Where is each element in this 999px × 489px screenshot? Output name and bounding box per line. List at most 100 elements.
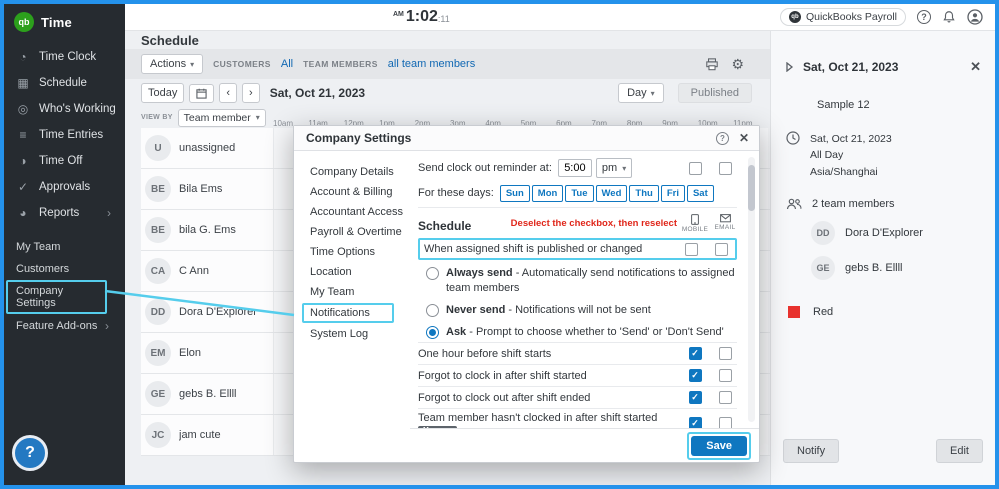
- current-date-label: Sat, Oct 21, 2023: [269, 86, 366, 100]
- day-toggle-button[interactable]: Tue: [565, 184, 594, 202]
- modal-nav-item[interactable]: Notifications: [302, 303, 394, 323]
- calendar-picker-icon[interactable]: [189, 83, 215, 103]
- mobile-checkbox[interactable]: [684, 242, 698, 256]
- modal-body: Company Details Account & Billing Accoun…: [294, 151, 759, 462]
- reminder-checkboxes: [683, 161, 737, 175]
- view-by-dropdown[interactable]: Team member ▾: [177, 108, 266, 127]
- email-checkbox[interactable]: [718, 347, 732, 361]
- send-option-radio-row: Ask - Prompt to choose whether to 'Send'…: [418, 321, 737, 343]
- close-panel-icon[interactable]: ✕: [970, 59, 981, 75]
- today-button[interactable]: Today: [141, 83, 185, 103]
- mobile-caption: MOBILE: [681, 226, 709, 233]
- sidebar-item[interactable]: ◎ Who's Working: [4, 96, 125, 122]
- next-day-button[interactable]: ›: [242, 83, 260, 103]
- brand: qb Time: [4, 4, 125, 44]
- panel-header: Sat, Oct 21, 2023 ✕: [771, 31, 995, 75]
- sidebar-item[interactable]: ◕ Reports ›: [4, 200, 125, 226]
- modal-nav-item[interactable]: Account & Billing: [306, 183, 410, 201]
- time-clock-icon: ◔: [19, 50, 27, 64]
- panel-member-name: gebs B. Ellll: [845, 261, 903, 274]
- radio-label: Never send - Notifications will not be s…: [446, 303, 651, 316]
- modal-nav-item[interactable]: Location: [306, 263, 410, 281]
- member-name-cell[interactable]: EM Elon: [141, 333, 273, 374]
- help-icon[interactable]: ?: [917, 10, 931, 24]
- member-name-cell[interactable]: CA C Ann: [141, 251, 273, 292]
- radio-button[interactable]: [426, 303, 439, 317]
- sidebar-link[interactable]: My Team: [4, 236, 125, 258]
- mobile-checkbox[interactable]: [688, 369, 702, 383]
- email-checkbox[interactable]: [718, 369, 732, 383]
- reminder-label: Send clock out reminder at:: [418, 162, 552, 174]
- member-name-cell[interactable]: GE gebs B. Ellll: [141, 374, 273, 415]
- expand-panel-icon[interactable]: [785, 62, 794, 72]
- modal-header: Company Settings ? ✕: [294, 126, 759, 151]
- member-name-cell[interactable]: BE bila G. Ems: [141, 210, 273, 251]
- notifications-bell-icon[interactable]: [942, 10, 956, 24]
- customers-label: CUSTOMERS: [213, 59, 271, 69]
- day-toggle-button[interactable]: Sat: [686, 184, 714, 202]
- scrollbar-thumb[interactable]: [748, 165, 755, 211]
- print-icon[interactable]: [705, 57, 719, 71]
- email-checkbox[interactable]: [718, 161, 732, 175]
- save-button[interactable]: Save: [691, 435, 747, 456]
- day-toggle-button[interactable]: Mon: [531, 184, 564, 202]
- email-checkbox[interactable]: [714, 242, 728, 256]
- edit-button[interactable]: Edit: [936, 439, 983, 463]
- mobile-checkbox[interactable]: [688, 391, 702, 405]
- modal-nav-item[interactable]: My Team: [306, 283, 410, 301]
- view-mode-dropdown[interactable]: Day ▾: [618, 83, 664, 103]
- radio-button[interactable]: [426, 267, 439, 280]
- modal-help-icon[interactable]: ?: [715, 131, 729, 145]
- prev-day-button[interactable]: ‹: [219, 83, 238, 103]
- help-bubble-button[interactable]: ?: [12, 435, 48, 471]
- day-toggle-button[interactable]: Fri: [660, 184, 685, 202]
- mobile-column-header: MOBILE: [681, 214, 709, 233]
- modal-nav-item[interactable]: Payroll & Overtime: [306, 223, 410, 241]
- sidebar-link[interactable]: Company Settings: [6, 280, 107, 314]
- actions-dropdown[interactable]: Actions ▾: [141, 54, 204, 74]
- day-toggle-button[interactable]: Wed: [595, 184, 628, 202]
- reminder-ampm-dropdown[interactable]: pm ▾: [595, 158, 633, 178]
- avatar: BE: [145, 217, 171, 243]
- team-members-filter-link[interactable]: all team members: [388, 58, 475, 70]
- modal-nav-item[interactable]: Accountant Access: [306, 203, 410, 221]
- sidebar-link[interactable]: Customers: [4, 258, 125, 280]
- day-toggle-button[interactable]: Sun: [499, 184, 530, 202]
- sidebar-item[interactable]: ▦ Schedule: [4, 70, 125, 96]
- reminder-time-input[interactable]: [557, 159, 592, 177]
- published-button[interactable]: Published: [677, 83, 752, 103]
- day-toggle-button[interactable]: Thu: [629, 184, 659, 202]
- row-checkboxes: [683, 347, 737, 361]
- modal-nav-item[interactable]: Company Details: [306, 163, 410, 181]
- member-name-cell[interactable]: DD Dora D'Explorer: [141, 292, 273, 333]
- member-name: jam cute: [179, 429, 221, 441]
- notify-button[interactable]: Notify: [783, 439, 840, 463]
- modal-nav-item[interactable]: Time Options: [306, 243, 410, 261]
- radio-button[interactable]: [426, 325, 439, 339]
- modal-close-icon[interactable]: ✕: [739, 131, 749, 145]
- sidebar-link-label: Customers: [16, 263, 70, 275]
- member-name-cell[interactable]: JC jam cute: [141, 415, 273, 456]
- member-name-cell[interactable]: U unassigned: [141, 128, 273, 169]
- email-checkbox[interactable]: [718, 417, 732, 428]
- mobile-checkbox[interactable]: [688, 347, 702, 361]
- customers-filter-link[interactable]: All: [281, 58, 293, 70]
- settings-gear-icon[interactable]: ⚙: [731, 56, 744, 73]
- modal-nav-item[interactable]: System Log: [306, 325, 410, 343]
- caret-down-icon: ▾: [650, 88, 655, 98]
- sidebar-item[interactable]: ✓ Approvals: [4, 174, 125, 200]
- user-avatar-icon[interactable]: [967, 9, 983, 25]
- row-checkboxes: [679, 242, 733, 256]
- qb-logo-icon: qb: [14, 12, 34, 32]
- member-name-cell[interactable]: BE Bila Ems: [141, 169, 273, 210]
- sidebar-item[interactable]: ◑ Time Off: [4, 148, 125, 174]
- mobile-checkbox[interactable]: [688, 417, 702, 428]
- mobile-checkbox[interactable]: [688, 161, 702, 175]
- view-mode-label: Day: [627, 87, 647, 99]
- sidebar-item[interactable]: ≡ Time Entries: [4, 122, 125, 148]
- email-checkbox[interactable]: [718, 391, 732, 405]
- quickbooks-payroll-badge[interactable]: qb QuickBooks Payroll: [779, 8, 906, 26]
- sidebar-link[interactable]: Feature Add-ons ›: [4, 314, 125, 338]
- setting-label: Team member hasn't clocked in after shif…: [418, 412, 658, 425]
- sidebar-item[interactable]: ◔ Time Clock: [4, 44, 125, 70]
